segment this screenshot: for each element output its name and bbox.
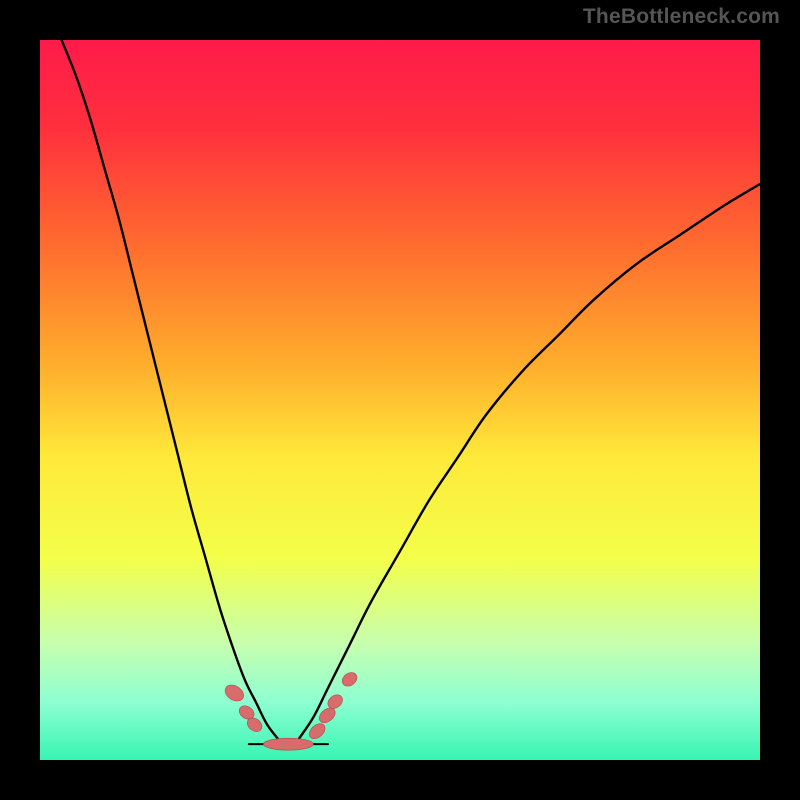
chart-frame: TheBottleneck.com <box>0 0 800 800</box>
watermark-text: TheBottleneck.com <box>583 6 780 27</box>
chart-background-gradient <box>40 40 760 760</box>
